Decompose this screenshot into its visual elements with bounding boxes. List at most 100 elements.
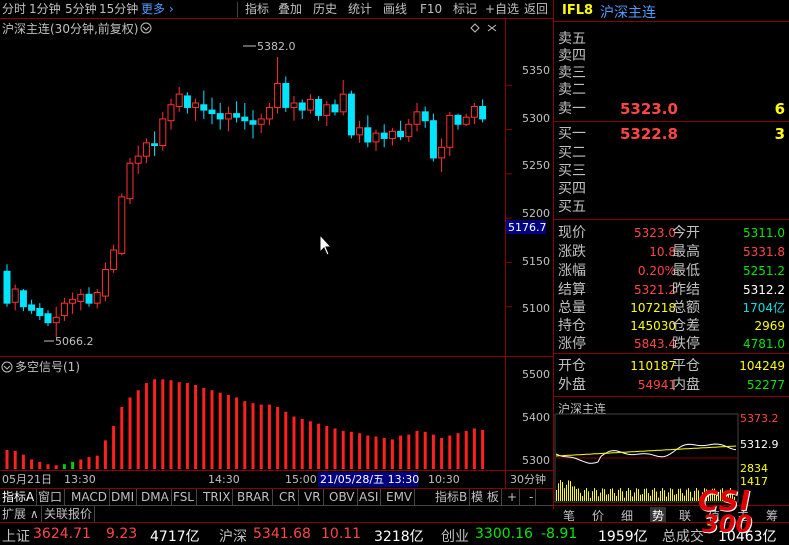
toolbar-item-overlay[interactable]: 叠加 [278,1,302,18]
toolbar-item-history[interactable]: 历史 [313,1,337,18]
mini-volume-bar [658,497,659,501]
signal-bar [87,457,91,469]
candle-body [380,132,388,139]
tab-indicator[interactable]: BRAR [235,489,273,506]
mini-volume-bar [650,495,651,501]
tab-indicator[interactable]: DMI [109,489,138,506]
tab-indicator[interactable]: 指标B [433,489,471,506]
mini-volume-bar [592,491,593,501]
quote-field-label: 总量 [558,300,586,316]
tab-indicator[interactable]: OBV [327,489,358,506]
chart-title: 沪深主连(30分钟,前复权) [2,21,138,36]
mini-volume-bar [630,490,631,501]
quote-field-label: 外盘 [558,377,586,393]
quote-field-value: 5323.0 [634,226,676,240]
signal-bar [71,461,75,469]
mini-volume-bar [686,489,687,501]
signal-bar [292,416,296,469]
candle-body [36,307,44,317]
signal-bar [46,464,50,469]
tab-indicator[interactable]: CR [277,489,299,506]
ind-tick: 5400 [522,411,550,424]
time-label: 14:30 [208,473,240,486]
mini-volume-bar [656,491,657,501]
tab-indicator[interactable]: - [527,489,537,506]
candle-body [315,98,323,116]
tab-indicator[interactable]: DMA [139,489,172,506]
tab-indicator[interactable]: VR [302,489,324,506]
toolbar-item-indicator[interactable]: 指标 [245,1,269,18]
tab-indicator[interactable]: 指标A [0,489,38,506]
toolbar-item-more[interactable]: 更多 › [141,1,174,18]
tab-indicator[interactable]: FSL [171,489,197,506]
tab-indicator[interactable]: + [505,489,521,506]
signal-bar [210,390,214,469]
bid1-price: 5322.8 [620,125,678,143]
signal-bar [259,404,263,469]
toolbar-item-add-watchlist[interactable]: +自选 [485,1,519,18]
signal-bar [472,428,476,469]
tab-indicator[interactable]: TRIX [201,489,234,506]
toolbar-item-back[interactable]: 返回 [524,1,548,18]
toolbar-item-15min[interactable]: 15分钟 [99,1,138,18]
mini-volume-bar [558,483,559,501]
toolbar-item-f10[interactable]: F10 [420,1,442,18]
toolbar-item-fenshi[interactable]: 分时 [2,1,26,18]
mini-volume-bar [674,494,675,501]
candle-body [233,113,241,118]
indicator-tabs: 指标A 窗口 MACD DMI DMA FSL TRIX BRAR CR VR OBV ASI EMV 指… [0,488,553,506]
quote-field-value: 1704亿 [742,301,785,315]
indicator-title: 多空信号(1) [15,360,80,374]
quote-field-label: 总额 [672,300,700,316]
toolbar-item-5min[interactable]: 5分钟 [65,1,97,18]
toolbar-item-draw[interactable]: 画线 [383,1,407,18]
quote-field-value: 5311.0 [743,226,785,240]
signal-bar [448,435,452,469]
toolbar-item-mark[interactable]: 标记 [453,1,477,18]
tab-indicator[interactable]: ASI [357,489,382,506]
mini-volume-bar [662,488,663,501]
price-tick: 5350 [522,64,550,77]
quote-field-value: 54941 [637,378,676,392]
cursor-price-label: 5176.7 [508,221,547,234]
mini-volume-bar [618,489,619,501]
mini-price-line [555,443,737,464]
tab-indicator[interactable]: 窗口 [36,489,66,506]
signal-bar [79,459,83,469]
mini-volume-bar [676,493,677,501]
candle-body [331,104,339,113]
quote-field-label: 内盘 [672,377,700,393]
signal-bar [284,411,288,469]
tab-indicator[interactable]: MACD [69,489,110,506]
candle-body [183,95,191,108]
mini-volume-bar [606,494,607,501]
signal-bar [153,379,157,469]
quote-header: IFL8 沪深主连 [554,0,789,22]
candle-body [479,106,487,120]
tab-indicator[interactable]: 模 板 [469,489,502,506]
mini-vol-high: 2834 [740,462,768,475]
candle-body [3,270,11,304]
candle-body [323,104,331,116]
toolbar-item-stats[interactable]: 统计 [348,1,372,18]
quote-field-label: 最低 [672,263,700,279]
tab-related-quote[interactable]: 关联报价 [42,506,96,523]
kline-chart[interactable]: 沪深主连(30分钟,前复权) 5350 5300 5250 5200 5150 … [0,19,553,488]
mini-volume-bar [570,481,571,501]
candle-body [372,132,380,143]
stats-divider [554,219,789,220]
mini-volume-bar [594,488,595,501]
candle-body [216,113,224,120]
period-label[interactable]: 30分钟 [510,472,546,486]
toolbar-item-1min[interactable]: 1分钟 [29,1,61,18]
signal-bar [341,430,345,469]
signal-bar [95,455,99,469]
tab-extend[interactable]: 扩展 ∧ [0,506,42,523]
candle-body [429,120,437,159]
quote-field-value: 5843.4 [634,337,676,351]
market-ticker: 上证 3624.71 9.23 4717亿 沪深 5341.68 10.11 3… [0,522,789,545]
tab-indicator[interactable]: EMV [384,489,416,506]
signal-bar [169,380,173,469]
quote-field-value: 107218 [630,301,676,315]
candle-body [200,104,208,111]
